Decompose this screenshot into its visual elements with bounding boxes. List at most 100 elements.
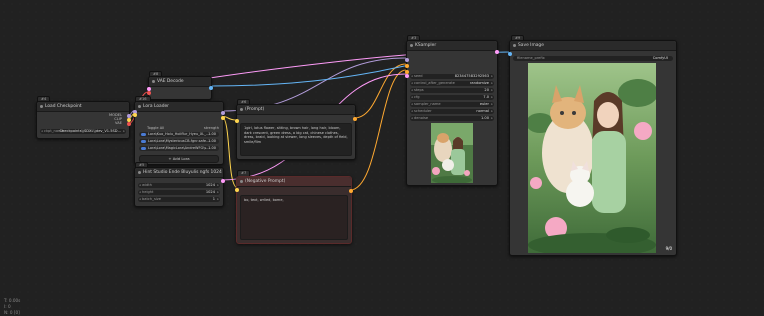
- lora-strength[interactable]: 1.00: [208, 146, 216, 151]
- load-checkpoint-node[interactable]: Load Checkpoint MODEL CLIP VAE ◂ ckpt_na…: [36, 101, 131, 139]
- decrement-arrow-icon[interactable]: ◂: [139, 183, 141, 188]
- collapse-dot-icon[interactable]: [152, 80, 155, 83]
- positive-prompt-node[interactable]: (Prompt) 1girl, lotus flower, sitting, b…: [235, 104, 357, 160]
- output-latent-pin[interactable]: [221, 179, 225, 183]
- lora-loader-title: Lora Loader: [143, 104, 169, 109]
- denoise-widget[interactable]: ◂ denoise 1.00 ▸: [410, 116, 494, 121]
- increment-arrow-icon[interactable]: ▸: [491, 102, 493, 107]
- preview-thumbnail: [431, 123, 473, 183]
- sampler-name-value: euler: [479, 102, 489, 106]
- input-clip-pin[interactable]: [133, 113, 137, 117]
- steps-widget[interactable]: ◂ steps 20 ▸: [410, 88, 494, 93]
- control-after-generate-widget[interactable]: ◂ control_after_generate randomize ▸: [410, 81, 494, 86]
- steps-label: steps: [414, 88, 424, 92]
- positive-prompt-header[interactable]: (Prompt): [237, 105, 355, 115]
- negative-prompt-text[interactable]: bo, text, wrlied, bome,: [240, 195, 348, 240]
- sampler-name-widget[interactable]: ◂ sampler_name euler ▸: [410, 102, 494, 107]
- input-latent-pin[interactable]: [405, 74, 409, 78]
- collapse-dot-icon[interactable]: [240, 180, 243, 183]
- input-images-pin[interactable]: [508, 52, 512, 56]
- lora-loader-header[interactable]: Lora Loader: [135, 102, 223, 112]
- collapse-dot-icon[interactable]: [138, 171, 141, 174]
- lora-toggle[interactable]: [141, 140, 146, 143]
- lora-strength[interactable]: 1.00: [208, 132, 216, 137]
- decrement-arrow-icon[interactable]: ◂: [41, 129, 43, 134]
- input-model-pin[interactable]: [405, 58, 409, 62]
- increment-arrow-icon[interactable]: ▸: [491, 88, 493, 93]
- decrement-arrow-icon[interactable]: ◂: [139, 190, 141, 195]
- lora-toggle[interactable]: [141, 147, 146, 150]
- output-clip-pin[interactable]: [221, 116, 225, 120]
- increment-arrow-icon[interactable]: ▸: [491, 74, 493, 79]
- control-after-generate-value: randomize: [469, 81, 489, 85]
- filename-prefix-label: filename_prefix: [517, 56, 545, 60]
- positive-prompt-text[interactable]: 1girl, lotus flower, sitting, brown hair…: [240, 123, 352, 156]
- lora-loader-node[interactable]: Lora Loader Toggle All strength Lora\Kuo…: [133, 101, 225, 165]
- collapse-dot-icon[interactable]: [513, 44, 516, 47]
- empty-latent-node[interactable]: Hint Studio Ende Bluyulis ngfs 1024 ◂ wi…: [134, 167, 225, 207]
- decrement-arrow-icon[interactable]: ◂: [411, 74, 413, 79]
- output-conditioning-pin[interactable]: [353, 117, 357, 121]
- save-image-node[interactable]: Save Image filename_prefix ComfyUI 9/0: [508, 40, 677, 256]
- increment-arrow-icon[interactable]: ▸: [491, 116, 493, 121]
- ckpt-name-widget[interactable]: ◂ ckpt_name Checkpoints\\SDXL\\dev_V1.5S…: [40, 129, 126, 134]
- lora-item[interactable]: Lora\Lora\MagicLora\AndreWFG\s... 1.00: [139, 146, 219, 151]
- filename-prefix-value: ComfyUI: [652, 56, 668, 60]
- decrement-arrow-icon[interactable]: ◂: [411, 109, 413, 114]
- increment-arrow-icon[interactable]: ▸: [123, 129, 125, 134]
- seed-widget[interactable]: ◂ seed 823447583292563 ▸: [410, 74, 494, 79]
- input-positive-pin[interactable]: [405, 64, 409, 68]
- collapse-dot-icon[interactable]: [240, 108, 243, 111]
- save-image-header[interactable]: Save Image: [510, 41, 676, 51]
- collapse-dot-icon[interactable]: [40, 105, 43, 108]
- load-checkpoint-title: Load Checkpoint: [45, 104, 82, 109]
- cfg-widget[interactable]: ◂ cfg 7.0 ▸: [410, 95, 494, 100]
- decrement-arrow-icon[interactable]: ◂: [411, 116, 413, 121]
- decrement-arrow-icon[interactable]: ◂: [411, 81, 413, 86]
- input-vae-pin[interactable]: [147, 91, 151, 95]
- ksampler-node[interactable]: KSampler ◂ seed 823447583292563 ▸ ◂ cont…: [405, 40, 499, 186]
- image-counter: 9/0: [665, 246, 672, 251]
- add-lora-button[interactable]: + Add Lora: [139, 155, 219, 163]
- output-image[interactable]: [528, 63, 656, 253]
- lora-item[interactable]: Lora\Lora\MysteriousCB-fgnr.safe... 1.00: [139, 139, 219, 144]
- output-image-pin[interactable]: [209, 86, 213, 90]
- empty-latent-header[interactable]: Hint Studio Ende Bluyulis ngfs 1024: [135, 168, 223, 178]
- decrement-arrow-icon[interactable]: ◂: [411, 102, 413, 107]
- increment-arrow-icon[interactable]: ▸: [491, 95, 493, 100]
- scheduler-widget[interactable]: ◂ scheduler normal ▸: [410, 109, 494, 114]
- width-widget[interactable]: ◂ width 1024 ▸: [138, 183, 220, 188]
- lora-strength[interactable]: 1.00: [208, 139, 216, 144]
- lora-name: Lora\Kuo_Holu_Holiflur_Hyeu_XL_...: [148, 132, 210, 136]
- lora-item[interactable]: Lora\Kuo_Holu_Holiflur_Hyeu_XL_... 1.00: [139, 132, 219, 137]
- input-clip-pin[interactable]: [235, 119, 239, 123]
- output-latent-pin[interactable]: [495, 50, 499, 54]
- ksampler-header[interactable]: KSampler: [407, 41, 497, 51]
- vae-decode-node[interactable]: VAE Decode: [147, 76, 213, 100]
- toggle-all-label[interactable]: Toggle All: [147, 126, 164, 130]
- load-checkpoint-header[interactable]: Load Checkpoint: [37, 102, 129, 112]
- input-clip-pin[interactable]: [235, 188, 239, 192]
- filename-prefix-widget[interactable]: filename_prefix ComfyUI: [513, 56, 673, 61]
- output-model-pin[interactable]: [221, 111, 225, 115]
- generated-image: [528, 63, 656, 253]
- increment-arrow-icon[interactable]: ▸: [491, 109, 493, 114]
- increment-arrow-icon[interactable]: ▸: [217, 183, 219, 188]
- increment-arrow-icon[interactable]: ▸: [217, 197, 219, 202]
- vae-decode-header[interactable]: VAE Decode: [149, 77, 211, 87]
- scheduler-label: scheduler: [414, 109, 432, 113]
- increment-arrow-icon[interactable]: ▸: [491, 81, 493, 86]
- decrement-arrow-icon[interactable]: ◂: [139, 197, 141, 202]
- batch-size-widget[interactable]: ◂ batch_size 1 ▸: [138, 197, 220, 202]
- increment-arrow-icon[interactable]: ▸: [217, 190, 219, 195]
- decrement-arrow-icon[interactable]: ◂: [411, 95, 413, 100]
- negative-prompt-header[interactable]: (Negative Prompt): [237, 177, 351, 187]
- collapse-dot-icon[interactable]: [138, 105, 141, 108]
- output-conditioning-pin[interactable]: [349, 189, 353, 193]
- negative-prompt-node[interactable]: (Negative Prompt) bo, text, wrlied, bome…: [235, 176, 353, 244]
- decrement-arrow-icon[interactable]: ◂: [411, 88, 413, 93]
- output-vae-pin[interactable]: [127, 122, 131, 126]
- collapse-dot-icon[interactable]: [410, 44, 413, 47]
- height-widget[interactable]: ◂ height 1024 ▸: [138, 190, 220, 195]
- lora-toggle[interactable]: [141, 133, 146, 136]
